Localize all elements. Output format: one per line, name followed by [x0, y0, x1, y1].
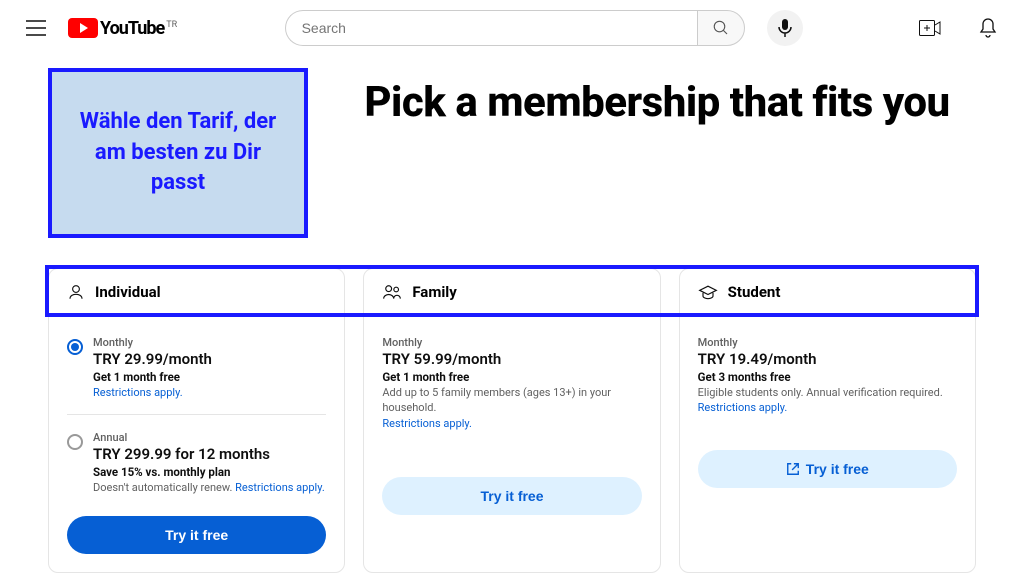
create-icon [919, 20, 941, 36]
promo: Get 1 month free [93, 370, 326, 384]
youtube-logo[interactable]: YouTube TR [68, 18, 177, 39]
promo: Get 3 months free [698, 370, 957, 384]
price: TRY 299.99 for 12 months [93, 445, 326, 463]
restrictions-link[interactable]: Restrictions apply. [698, 401, 788, 414]
try-free-button[interactable]: Try it free [698, 450, 957, 488]
plan-body: Monthly TRY 29.99/month Get 1 month free… [49, 316, 344, 572]
search-input[interactable] [285, 10, 697, 46]
desc: Doesn't automatically renew. Restriction… [93, 480, 326, 495]
divider [67, 414, 326, 415]
plan-name: Student [728, 283, 781, 301]
plan-option-monthly: Monthly TRY 59.99/month Get 1 month free… [382, 330, 641, 437]
people-icon [382, 283, 402, 301]
plan-option-annual[interactable]: Annual TRY 299.99 for 12 months Save 15%… [67, 425, 326, 501]
try-free-button[interactable]: Try it free [67, 516, 326, 554]
bell-icon [979, 18, 997, 38]
price: TRY 19.49/month [698, 350, 957, 368]
hamburger-icon [26, 20, 46, 36]
price: TRY 29.99/month [93, 350, 326, 368]
header-actions [910, 8, 1008, 48]
billing-label: Monthly [382, 336, 641, 349]
radio-annual[interactable] [67, 434, 83, 450]
plans-row: Individual Monthly TRY 29.99/month Get 1… [48, 268, 976, 573]
person-icon [67, 283, 85, 301]
youtube-play-icon [68, 18, 98, 38]
voice-search-button[interactable] [767, 10, 803, 46]
plan-header: Family [364, 269, 659, 316]
plan-card-family: Family Monthly TRY 59.99/month Get 1 mon… [363, 268, 660, 573]
restrictions-link[interactable]: Restrictions apply. [93, 386, 183, 399]
restrictions-link[interactable]: Restrictions apply. [235, 481, 325, 494]
restrictions-link[interactable]: Restrictions apply. [382, 417, 472, 430]
main-content: Wähle den Tarif, der am besten zu Dir pa… [0, 56, 1024, 573]
plan-body: Monthly TRY 19.49/month Get 3 months fre… [680, 316, 975, 506]
annotation-text: Wähle den Tarif, der am besten zu Dir pa… [67, 107, 289, 199]
promo: Save 15% vs. monthly plan [93, 465, 326, 479]
billing-label: Monthly [698, 336, 957, 349]
page-title: Pick a membership that fits you [338, 76, 976, 131]
desc: Restrictions apply. [93, 385, 326, 400]
search-container [285, 10, 745, 46]
logo-text: YouTube [100, 18, 164, 39]
plan-option-monthly: Monthly TRY 19.49/month Get 3 months fre… [698, 330, 957, 422]
search-icon [712, 19, 730, 37]
menu-button[interactable] [16, 8, 56, 48]
microphone-icon [778, 19, 792, 37]
billing-label: Monthly [93, 336, 326, 349]
try-free-button[interactable]: Try it free [382, 477, 641, 515]
promo: Get 1 month free [382, 370, 641, 384]
plan-name: Individual [95, 283, 161, 301]
create-button[interactable] [910, 8, 950, 48]
hero: Wähle den Tarif, der am besten zu Dir pa… [48, 68, 976, 238]
plan-name: Family [412, 283, 457, 301]
radio-monthly[interactable] [67, 339, 83, 355]
desc: Eligible students only. Annual verificat… [698, 385, 957, 416]
price: TRY 59.99/month [382, 350, 641, 368]
logo-region: TR [166, 20, 177, 30]
desc: Add up to 5 family members (ages 13+) in… [382, 385, 641, 431]
plan-header: Student [680, 269, 975, 316]
header: YouTube TR [0, 0, 1024, 56]
annotation-box: Wähle den Tarif, der am besten zu Dir pa… [48, 68, 308, 238]
search-button[interactable] [697, 10, 745, 46]
notifications-button[interactable] [968, 8, 1008, 48]
graduation-cap-icon [698, 284, 718, 300]
plan-header: Individual [49, 269, 344, 316]
plan-body: Monthly TRY 59.99/month Get 1 month free… [364, 316, 659, 533]
plan-card-student: Student Monthly TRY 19.49/month Get 3 mo… [679, 268, 976, 573]
billing-label: Annual [93, 431, 326, 444]
plan-option-monthly[interactable]: Monthly TRY 29.99/month Get 1 month free… [67, 330, 326, 406]
external-link-icon [786, 462, 800, 476]
plan-card-individual: Individual Monthly TRY 29.99/month Get 1… [48, 268, 345, 573]
